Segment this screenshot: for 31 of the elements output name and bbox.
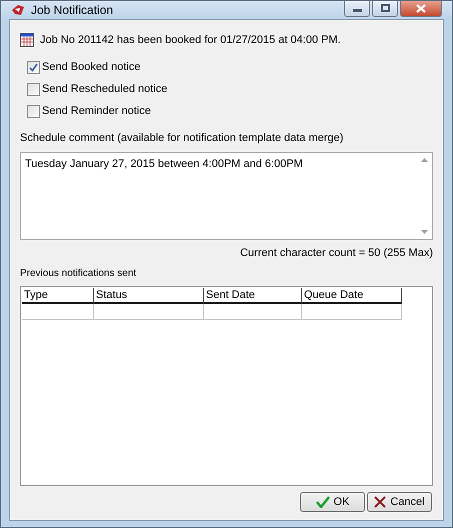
column-header[interactable]: Queue Date xyxy=(302,288,402,304)
table-cell xyxy=(22,304,94,320)
window-title: Job Notification xyxy=(31,2,114,19)
column-header[interactable]: Sent Date xyxy=(204,288,302,304)
close-button[interactable] xyxy=(400,1,442,17)
maximize-icon xyxy=(380,4,390,12)
history-label: Previous notifications sent xyxy=(20,267,138,281)
column-header[interactable]: Type xyxy=(22,288,94,304)
scroll-down-icon xyxy=(421,230,428,234)
booking-message: Job No 201142 has been booked for 01/27/2015 at 04:00 PM. xyxy=(40,32,341,48)
maximize-button[interactable] xyxy=(372,1,398,17)
cross-icon xyxy=(374,496,386,508)
character-count: Current character count = 50 (255 Max) xyxy=(240,246,433,260)
calendar-icon xyxy=(20,33,34,47)
checkbox[interactable] xyxy=(27,60,40,74)
checkmark-icon xyxy=(316,496,330,508)
comment-label: Schedule comment (available for notification template data merge) xyxy=(20,131,344,146)
cancel-button[interactable]: Cancel xyxy=(367,492,432,512)
checkbox-label: Send Rescheduled notice xyxy=(42,82,168,97)
checkbox[interactable] xyxy=(27,104,40,118)
column-header[interactable]: Status xyxy=(94,288,204,304)
scroll-up-icon xyxy=(421,158,428,162)
checkbox-label: Send Reminder notice xyxy=(42,104,151,119)
minimize-button[interactable] xyxy=(344,1,370,17)
comment-field[interactable]: Tuesday January 27, 2015 between 4:00PM and 6:00PM xyxy=(20,152,433,240)
minimize-icon xyxy=(352,8,362,12)
app-logo-icon xyxy=(11,4,25,16)
ok-button[interactable]: OK xyxy=(300,492,365,512)
checkbox[interactable] xyxy=(27,82,40,96)
checkbox-label: Send Booked notice xyxy=(42,60,140,75)
close-icon xyxy=(416,4,426,12)
